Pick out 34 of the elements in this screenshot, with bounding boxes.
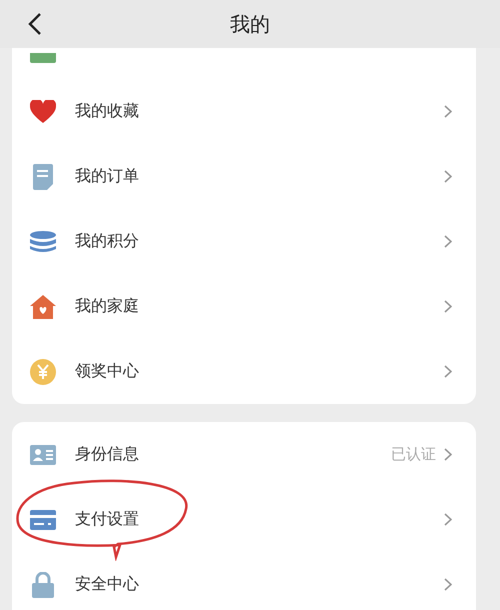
menu-item[interactable]: 我的积分 [12, 209, 476, 274]
menu-item-label: 领奖中心 [75, 361, 140, 382]
house-icon [30, 294, 56, 318]
chevron-icon [444, 578, 452, 591]
menu-item[interactable]: 安全中心 [12, 552, 476, 610]
chevron-icon [444, 513, 452, 526]
menu-item[interactable]: 领奖中心 [12, 339, 476, 404]
menu-item-label: 我的收藏 [75, 101, 140, 122]
heart-icon [30, 100, 56, 124]
menu-item-label: 身份信息 [75, 444, 140, 465]
id-card-icon [30, 444, 56, 464]
card-icon [30, 510, 56, 530]
chevron-icon [444, 448, 452, 461]
chevron-icon [444, 300, 452, 313]
menu-item[interactable]: 支付设置 [12, 487, 476, 552]
menu-item[interactable]: 我的订单 [12, 144, 476, 209]
coin-stack-icon [30, 230, 56, 252]
menu-item[interactable]: 身份信息 已认证 [12, 422, 476, 487]
yen-coin-icon [30, 358, 56, 384]
menu-item-label: 我的订单 [75, 166, 140, 187]
status-text: 已认证 [391, 445, 436, 464]
menu-item-label: 我的积分 [75, 231, 140, 252]
menu-item-label: 安全中心 [75, 574, 140, 595]
chevron-icon [444, 365, 452, 378]
chevron-icon [444, 235, 452, 248]
document-icon [33, 164, 53, 190]
menu-item-label: 我的家庭 [75, 296, 140, 317]
chevron-icon [444, 105, 452, 118]
menu-item-label: 支付设置 [75, 509, 140, 530]
menu-item[interactable]: 我的收藏 [12, 79, 476, 144]
lock-icon [32, 572, 54, 598]
page-title: 我的 [230, 10, 270, 38]
chevron-icon [444, 170, 452, 183]
menu-item[interactable]: 我的家庭 [12, 274, 476, 339]
